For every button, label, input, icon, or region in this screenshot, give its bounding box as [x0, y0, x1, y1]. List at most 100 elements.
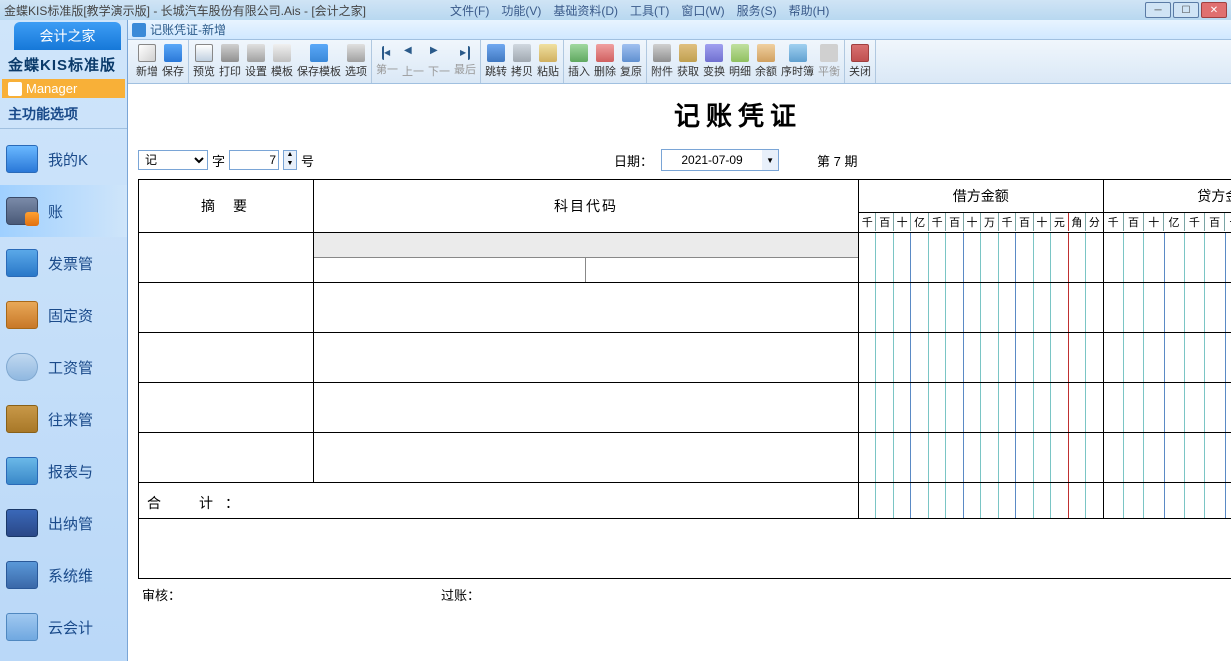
toolbar-平衡[interactable]: 平衡 — [816, 44, 842, 79]
unit-cell: 亿 — [911, 213, 928, 231]
toolbar-关闭[interactable]: 关闭 — [847, 44, 873, 79]
unit-cell: 千 — [929, 213, 946, 231]
summary-cell[interactable] — [139, 233, 314, 282]
ins-icon — [570, 44, 588, 62]
date-input[interactable] — [662, 150, 762, 170]
credit-cell[interactable] — [1104, 383, 1231, 432]
summary-cell[interactable] — [139, 283, 314, 332]
total-debit — [859, 483, 1104, 518]
unit-cell: 千 — [1185, 213, 1205, 231]
sidebar-item-label: 系统维 — [48, 565, 93, 586]
code-input-br[interactable] — [586, 258, 858, 282]
toolbar-跳转[interactable]: 跳转 — [483, 44, 509, 79]
toolbar-新增[interactable]: 新增 — [134, 44, 160, 79]
sidebar-item[interactable]: 我的K — [0, 133, 127, 185]
toolbar-粘贴[interactable]: 粘贴 — [535, 44, 561, 79]
sidebar-item[interactable]: 出纳管 — [0, 497, 127, 549]
toolbar-保存模板[interactable]: 保存模板 — [295, 44, 343, 79]
toolbar-获取[interactable]: 获取 — [675, 44, 701, 79]
credit-cell[interactable] — [1104, 233, 1231, 282]
sub-window-title: 记账凭证-新增 — [150, 21, 226, 38]
prev-icon — [195, 44, 213, 62]
summary-cell[interactable] — [139, 383, 314, 432]
sidebar-tab[interactable]: 会计之家 — [14, 22, 121, 50]
next2-icon — [430, 44, 448, 62]
close-button[interactable]: ✕ — [1201, 2, 1227, 18]
code-cell[interactable] — [314, 433, 859, 482]
toolbar-复原[interactable]: 复原 — [618, 44, 644, 79]
summary-cell[interactable] — [139, 333, 314, 382]
credit-cell[interactable] — [1104, 433, 1231, 482]
menu-item[interactable]: 工具(T) — [626, 2, 673, 19]
date-picker-button[interactable]: ▼ — [762, 150, 778, 170]
toolbar-选项[interactable]: 选项 — [343, 44, 369, 79]
menu-item[interactable]: 服务(S) — [733, 2, 781, 19]
toolbar-余额[interactable]: 余额 — [753, 44, 779, 79]
toolbar-打印[interactable]: 打印 — [217, 44, 243, 79]
sidebar-item-label: 工资管 — [48, 357, 93, 378]
toolbar-下一[interactable]: 下一 — [426, 44, 452, 79]
minimize-button[interactable]: ─ — [1145, 2, 1171, 18]
sidebar-item[interactable]: 发票管 — [0, 237, 127, 289]
maximize-button[interactable]: ☐ — [1173, 2, 1199, 18]
credit-cell[interactable] — [1104, 333, 1231, 382]
toolbar-保存[interactable]: 保存 — [160, 44, 186, 79]
last-icon — [460, 46, 470, 60]
debit-cell[interactable] — [859, 333, 1104, 382]
code-cell[interactable] — [314, 233, 859, 282]
debit-cell[interactable] — [859, 283, 1104, 332]
sidebar-item[interactable]: 往来管 — [0, 393, 127, 445]
code-cell[interactable] — [314, 383, 859, 432]
toolbar-删除[interactable]: 删除 — [592, 44, 618, 79]
unit-cell: 千 — [1104, 213, 1124, 231]
voucher-type-select[interactable]: 记 — [138, 150, 208, 170]
sidebar-item[interactable]: 固定资 — [0, 289, 127, 341]
code-cell[interactable] — [314, 283, 859, 332]
ic-sys-icon — [6, 561, 38, 589]
toolbar-最后[interactable]: 最后 — [452, 46, 478, 77]
summary-cell[interactable] — [139, 433, 314, 482]
toolbar-拷贝[interactable]: 拷贝 — [509, 44, 535, 79]
number-spinner[interactable]: ▲▼ — [283, 150, 297, 170]
toolbar-第一[interactable]: 第一 — [374, 46, 400, 77]
code-input-top[interactable] — [314, 233, 858, 258]
toolbar-明细[interactable]: 明细 — [727, 44, 753, 79]
number-suffix: 号 — [301, 151, 314, 170]
code-input-bl[interactable] — [314, 258, 586, 282]
debit-cell[interactable] — [859, 233, 1104, 282]
sidebar-item[interactable]: 报表与 — [0, 445, 127, 497]
toolbar-设置[interactable]: 设置 — [243, 44, 269, 79]
menu-item[interactable]: 帮助(H) — [785, 2, 834, 19]
credit-cell[interactable] — [1104, 283, 1231, 332]
sidebar-item[interactable]: 账 — [0, 185, 127, 237]
table-body — [139, 232, 1231, 482]
voucher-number-input[interactable] — [229, 150, 279, 170]
menu-item[interactable]: 窗口(W) — [677, 2, 728, 19]
toolbar-模板[interactable]: 模板 — [269, 44, 295, 79]
toolbar-序时簿[interactable]: 序时簿 — [779, 44, 816, 79]
close-icon — [851, 44, 869, 62]
menu-item[interactable]: 基础资料(D) — [549, 2, 622, 19]
toolbar-插入[interactable]: 插入 — [566, 44, 592, 79]
toolbar-上一[interactable]: 上一 — [400, 44, 426, 79]
ic-report-icon — [6, 457, 38, 485]
debit-cell[interactable] — [859, 383, 1104, 432]
voucher-table: 摘要 科目代码 借方金额 千百十亿千百十万千百十元角分 贷方金额 千百十亿千百十… — [138, 179, 1231, 579]
unit-cell: 十 — [894, 213, 911, 231]
sidebar-items: 我的K 账发票管固定资工资管往来管报表与出纳管系统维云会计 — [0, 129, 127, 653]
sidebar-item[interactable]: 云会计 — [0, 601, 127, 653]
toolbar-预览[interactable]: 预览 — [191, 44, 217, 79]
menu-item[interactable]: 文件(F) — [446, 2, 493, 19]
table-row — [139, 332, 1231, 382]
sidebar-item-label: 账 — [48, 201, 63, 222]
total-label: 合 计： — [139, 483, 859, 518]
code-cell[interactable] — [314, 333, 859, 382]
product-name: 金蝶KIS标准版 — [0, 50, 127, 77]
sidebar-item[interactable]: 系统维 — [0, 549, 127, 601]
toolbar-变换[interactable]: 变换 — [701, 44, 727, 79]
ic-book-icon — [6, 197, 38, 225]
menu-item[interactable]: 功能(V) — [497, 2, 545, 19]
debit-cell[interactable] — [859, 433, 1104, 482]
sidebar-item[interactable]: 工资管 — [0, 341, 127, 393]
toolbar-附件[interactable]: 附件 — [649, 44, 675, 79]
